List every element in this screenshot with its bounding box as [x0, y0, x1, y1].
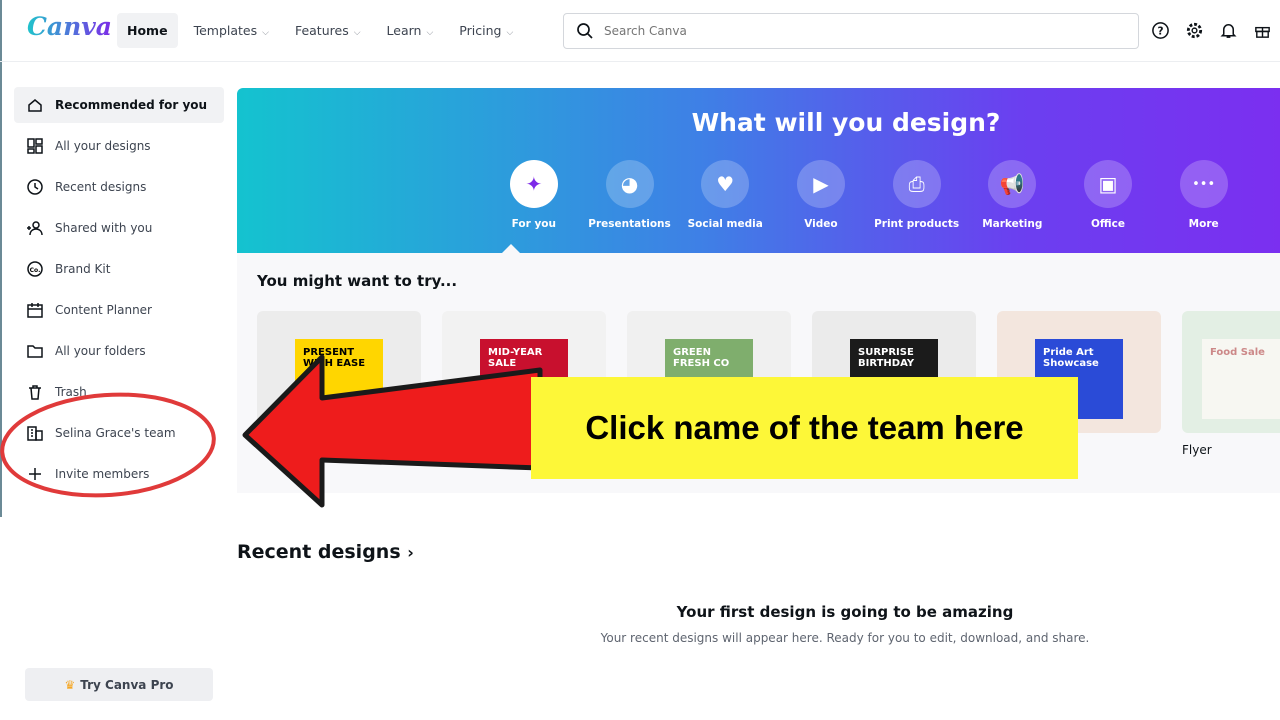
calendar-icon: [27, 303, 43, 318]
users-icon: [27, 221, 43, 236]
help-icon[interactable]: ?: [1150, 20, 1170, 40]
sidebar-item-invite-members[interactable]: Invite members: [14, 456, 224, 492]
nav-templates[interactable]: Templates ⌵: [184, 13, 279, 48]
sidebar: Recommended for you All your designs Recen…: [14, 87, 224, 497]
sidebar-item-label: Content Planner: [55, 303, 152, 317]
sidebar-item-selina-grace-s-team[interactable]: Selina Grace's team: [14, 415, 224, 451]
category-marketing[interactable]: 📢 Marketing: [964, 160, 1060, 230]
category-presentations[interactable]: ◕ Presentations: [582, 160, 678, 230]
printer-icon: ⎙: [892, 160, 941, 208]
heart-icon: ♥: [701, 160, 750, 208]
category-more[interactable]: ••• More: [1156, 160, 1252, 230]
try-canva-pro-button[interactable]: ♛ Try Canva Pro: [25, 668, 213, 701]
category-office[interactable]: ▣ Office: [1060, 160, 1156, 230]
sidebar-item-label: All your designs: [55, 139, 151, 153]
chevron-right-icon: ›: [407, 543, 414, 562]
sidebar-item-label: Recommended for you: [55, 98, 208, 112]
canva-logo[interactable]: Canva: [27, 12, 112, 41]
chevron-down-icon: ⌵: [262, 28, 269, 38]
grid-icon: [27, 138, 43, 154]
sidebar-item-label: Shared with you: [55, 221, 153, 235]
svg-text:?: ?: [1157, 25, 1163, 37]
sidebar-item-label: All your folders: [55, 344, 146, 358]
trash-icon: [29, 385, 41, 400]
window-edge: [0, 0, 2, 517]
category-for-you[interactable]: ✦ For you: [486, 160, 582, 230]
main-nav: Home Templates ⌵ Features ⌵ Learn ⌵ Pricing…: [117, 13, 529, 48]
bell-icon[interactable]: [1218, 20, 1238, 40]
header-icons: ?: [1150, 20, 1272, 40]
sidebar-item-recommended-for-you[interactable]: Recommended for you: [14, 87, 224, 123]
folder-icon: [27, 345, 43, 358]
suggestion-label: Flyer: [1182, 443, 1212, 457]
search-box[interactable]: [563, 13, 1139, 49]
sidebar-item-label: Trash: [55, 385, 87, 399]
video-icon: ▶: [796, 160, 845, 208]
thumbnail-art: PRESENT WITH EASE: [295, 339, 383, 419]
empty-state: Your first design is going to be amazing…: [600, 603, 1090, 648]
sidebar-item-content-planner[interactable]: Content Planner: [14, 292, 224, 328]
chevron-down-icon: ⌵: [506, 28, 514, 38]
hero-title: What will you design?: [691, 108, 1001, 137]
empty-text: Your recent designs will appear here. Re…: [600, 631, 1090, 645]
empty-title: Your first design is going to be amazing: [676, 603, 1014, 621]
sidebar-item-label: Selina Grace's team: [55, 426, 176, 440]
thumbnail-art: Food Sale: [1202, 339, 1280, 419]
gift-icon[interactable]: [1252, 20, 1272, 40]
sidebar-item-label: Brand Kit: [55, 262, 111, 276]
plus-icon: [29, 468, 41, 480]
category-label: More: [1188, 218, 1219, 230]
category-list: ✦ For you ◕ Presentations ♥ Social media ▶ Vide…: [486, 160, 1252, 230]
building-icon: [27, 426, 43, 441]
suggestion-card[interactable]: Food Sale Flyer: [1182, 311, 1280, 457]
sidebar-item-all-your-folders[interactable]: All your folders: [14, 333, 224, 369]
search-input[interactable]: [604, 24, 1104, 38]
sidebar-item-shared-with-you[interactable]: Shared with you: [14, 210, 224, 246]
top-bar: Canva Home Templates ⌵ Features ⌵ Learn ⌵ P…: [0, 0, 1280, 62]
category-video[interactable]: ▶ Video: [773, 160, 869, 230]
crown-icon: ♛: [64, 677, 76, 692]
nav-features[interactable]: Features ⌵: [285, 13, 371, 48]
category-label: Office: [1090, 218, 1125, 230]
search-icon: [577, 23, 593, 39]
settings-icon[interactable]: [1184, 20, 1204, 40]
category-label: Social media: [687, 218, 763, 230]
sidebar-item-brand-kit[interactable]: Co. Brand Kit: [14, 251, 224, 287]
home-icon: [28, 99, 42, 112]
brand-icon: Co.: [27, 261, 43, 277]
recent-designs-link[interactable]: Recent designs ›: [237, 541, 414, 563]
section-title: You might want to try...: [257, 272, 458, 290]
presentation-icon: ◕: [605, 160, 654, 208]
category-label: Video: [804, 218, 838, 230]
chevron-down-icon: ⌵: [353, 28, 361, 38]
category-social-media[interactable]: ♥ Social media: [677, 160, 773, 230]
nav-pricing[interactable]: Pricing ⌵: [449, 13, 523, 48]
category-label: Marketing: [982, 218, 1043, 230]
sidebar-item-label: Recent designs: [55, 180, 147, 194]
category-print-products[interactable]: ⎙ Print products: [869, 160, 965, 230]
category-label: For you: [511, 218, 556, 230]
suggestion-thumbnail: PRESENT WITH EASE: [257, 311, 421, 433]
megaphone-icon: 📢: [988, 160, 1037, 208]
sparkle-icon: ✦: [509, 160, 558, 208]
svg-text:Co.: Co.: [30, 267, 41, 274]
suggestion-card[interactable]: PRESENT WITH EASE: [257, 311, 421, 457]
sidebar-item-recent-designs[interactable]: Recent designs: [14, 169, 224, 205]
sidebar-item-label: Invite members: [55, 467, 150, 481]
sidebar-item-all-your-designs[interactable]: All your designs: [14, 128, 224, 164]
suggestion-thumbnail: Food Sale: [1182, 311, 1280, 433]
nav-learn[interactable]: Learn ⌵: [377, 13, 444, 48]
more-icon: •••: [1179, 160, 1228, 208]
category-label: Print products: [874, 218, 960, 230]
annotation-callout: Click name of the team here: [531, 377, 1078, 479]
chevron-down-icon: ⌵: [426, 28, 434, 38]
category-label: Presentations: [588, 218, 671, 230]
sidebar-item-trash[interactable]: Trash: [14, 374, 224, 410]
nav-home[interactable]: Home: [117, 13, 178, 48]
briefcase-icon: ▣: [1083, 160, 1132, 208]
clock-icon: [27, 179, 43, 195]
